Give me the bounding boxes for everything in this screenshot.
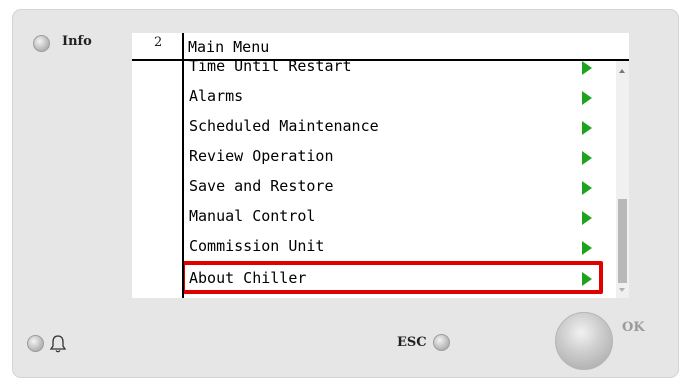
right-arrow-icon [582, 91, 592, 105]
menu-item-manual-control[interactable]: Manual Control [184, 202, 604, 232]
menu-item-label: Time Until Restart [189, 61, 352, 75]
menu-item-label: About Chiller [189, 269, 307, 287]
info-led-button[interactable] [33, 35, 50, 52]
ok-knob[interactable] [555, 312, 613, 370]
right-arrow-icon [582, 121, 592, 135]
esc-label: ESC [397, 335, 427, 350]
menu-item-label: Commission Unit [189, 237, 325, 255]
menu-item-label: Review Operation [189, 147, 334, 165]
display-screen: 2 Main Menu Time Until Restart Alarms Sc… [132, 33, 629, 298]
menu-list: Time Until Restart Alarms Scheduled Main… [184, 61, 609, 298]
scroll-down-icon[interactable] [619, 288, 625, 292]
menu-item-alarms[interactable]: Alarms [184, 82, 604, 112]
menu-item-time-until-restart[interactable]: Time Until Restart [184, 61, 604, 82]
alarm-led-button[interactable] [27, 335, 44, 352]
menu-item-scheduled-maintenance[interactable]: Scheduled Maintenance [184, 112, 604, 142]
menu-item-label: Alarms [189, 87, 244, 105]
menu-item-about-chiller[interactable]: About Chiller [184, 261, 603, 294]
menu-item-commission-unit[interactable]: Commission Unit [184, 232, 604, 262]
info-label: Info [62, 34, 92, 49]
right-arrow-icon [582, 241, 592, 255]
right-arrow-icon [582, 211, 592, 225]
menu-item-save-and-restore[interactable]: Save and Restore [184, 172, 604, 202]
scrollbar[interactable] [616, 61, 629, 298]
esc-led-button[interactable] [433, 334, 450, 351]
ok-label: OK [622, 320, 645, 335]
right-arrow-icon [582, 61, 592, 75]
scroll-up-icon[interactable] [619, 69, 625, 73]
menu-item-label: Scheduled Maintenance [189, 117, 379, 135]
menu-item-review-operation[interactable]: Review Operation [184, 142, 604, 172]
right-arrow-icon [582, 151, 592, 165]
menu-title: Main Menu [188, 38, 270, 56]
right-arrow-icon [582, 181, 592, 195]
menu-item-label: Save and Restore [189, 177, 334, 195]
page-number: 2 [154, 35, 163, 50]
scroll-thumb[interactable] [618, 199, 627, 283]
bell-icon[interactable] [48, 334, 68, 354]
menu-item-label: Manual Control [189, 207, 316, 225]
right-arrow-icon [582, 272, 592, 286]
